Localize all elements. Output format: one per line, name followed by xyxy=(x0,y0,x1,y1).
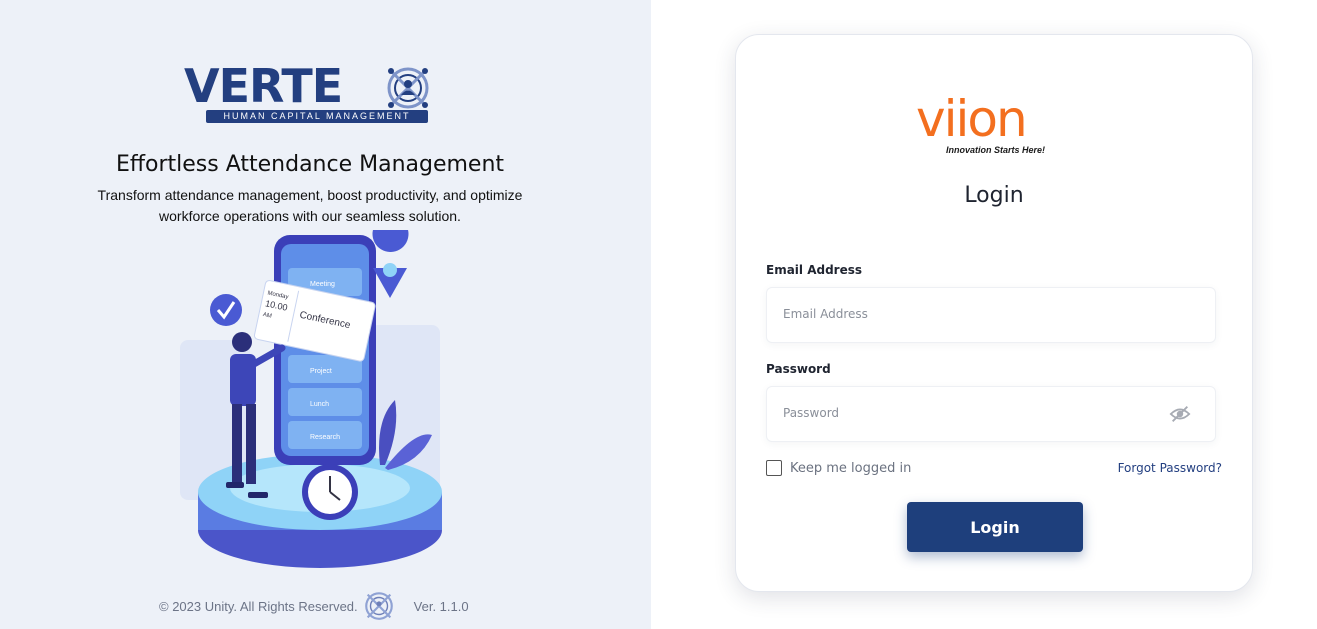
login-title: Login xyxy=(964,183,1024,208)
verte-logo-text: VERTE xyxy=(184,59,343,113)
viion-logo-text: viion xyxy=(916,90,1028,148)
email-field-wrapper xyxy=(766,287,1216,343)
password-field-wrapper xyxy=(766,386,1216,442)
remember-me[interactable]: Keep me logged in xyxy=(766,460,911,476)
panel-headline: Effortless Attendance Management xyxy=(115,152,505,177)
verte-tagline: HUMAN CAPITAL MANAGEMENT xyxy=(206,110,428,123)
attendance-illustration: Meeting Project Lunch Research Monday 10… xyxy=(180,230,442,568)
email-label: Email Address xyxy=(766,263,863,277)
password-field[interactable] xyxy=(767,387,1143,439)
login-card: viion Innovation Starts Here! Login Emai… xyxy=(735,34,1253,592)
eye-off-icon[interactable] xyxy=(1169,403,1191,425)
verte-emblem-small-icon xyxy=(364,592,393,620)
viion-logo: viion Innovation Starts Here! xyxy=(916,93,1076,159)
viion-tagline: Innovation Starts Here! xyxy=(946,145,1046,155)
remember-checkbox[interactable] xyxy=(766,460,782,476)
verte-emblem-icon xyxy=(387,67,429,109)
branding-panel: VERTE HUMAN CAPITAL MANAGEMENT Effortles… xyxy=(0,0,651,629)
remember-label: Keep me logged in xyxy=(790,460,912,476)
version-text: Ver. 1.1.0 xyxy=(413,598,469,614)
copyright-text: © 2023 Unity. All Rights Reserved. xyxy=(159,598,358,614)
schedule-research: Research xyxy=(310,434,340,441)
schedule-lunch: Lunch xyxy=(310,401,329,408)
panel-footer: © 2023 Unity. All Rights Reserved. Ver. … xyxy=(159,591,469,621)
forgot-password-link[interactable]: Forgot Password? xyxy=(1118,461,1222,475)
password-label: Password xyxy=(766,362,831,376)
panel-subline: Transform attendance management, boost p… xyxy=(97,187,523,224)
schedule-meeting: Meeting xyxy=(310,281,335,288)
email-field[interactable] xyxy=(767,288,1143,340)
login-button[interactable]: Login xyxy=(907,502,1083,552)
login-panel: viion Innovation Starts Here! Login Emai… xyxy=(651,0,1317,629)
schedule-project: Project xyxy=(310,368,332,375)
verte-logo: VERTE HUMAN CAPITAL MANAGEMENT xyxy=(184,62,434,126)
